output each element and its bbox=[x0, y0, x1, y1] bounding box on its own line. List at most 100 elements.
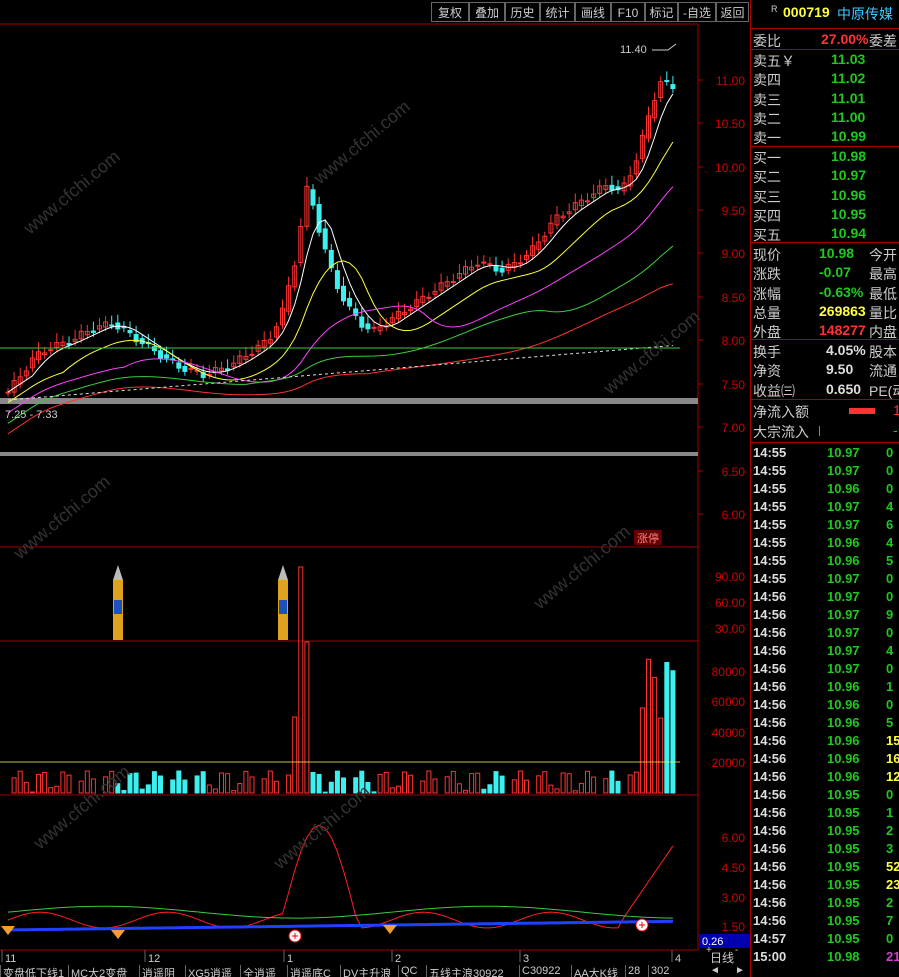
tab-11[interactable]: 28 bbox=[625, 965, 640, 977]
tick-volume: 0 bbox=[886, 625, 894, 640]
bid-price[interactable]: 10.96 bbox=[831, 187, 866, 203]
tick-time: 14:56 bbox=[753, 733, 787, 748]
candle-body bbox=[347, 297, 353, 307]
tab-2[interactable]: 逍遥阴 bbox=[139, 965, 175, 977]
date-label: 12 bbox=[148, 953, 160, 965]
tick-time: 14:56 bbox=[753, 859, 787, 874]
price-axis-label: 6.50 bbox=[722, 465, 746, 479]
tab-0[interactable]: 变盘低下线1 bbox=[0, 965, 64, 977]
ask-price[interactable]: 11.00 bbox=[831, 109, 865, 125]
toolbar-button-7[interactable]: -自选 bbox=[678, 2, 716, 22]
tick-row: 14:56 10.96 1 bbox=[751, 679, 899, 697]
tab-3[interactable]: XG5逍遥 bbox=[185, 965, 232, 977]
tab-7[interactable]: QC bbox=[398, 965, 418, 977]
bid-price[interactable]: 10.98 bbox=[831, 148, 866, 164]
tick-row: 14:56 10.95 23 bbox=[751, 877, 899, 895]
indicator-lines bbox=[1, 565, 674, 943]
toolbar-button-3[interactable]: 统计 bbox=[540, 2, 575, 22]
tick-volume: 5 bbox=[886, 553, 894, 568]
stock-name[interactable]: 中原传媒 bbox=[837, 4, 893, 24]
tick-row: 14:55 10.97 0 bbox=[751, 445, 899, 463]
tab-9[interactable]: C30922 bbox=[519, 965, 561, 977]
tick-time: 14:55 bbox=[753, 445, 787, 460]
candle-body bbox=[48, 349, 54, 352]
tick-time: 14:56 bbox=[753, 823, 787, 838]
bid-price[interactable]: 10.95 bbox=[831, 206, 866, 222]
volume-bar bbox=[615, 780, 621, 794]
fund-label: 净资 bbox=[753, 363, 781, 380]
tick-time: 14:56 bbox=[753, 877, 787, 892]
ma60-line bbox=[7, 283, 674, 435]
volume-bar bbox=[292, 716, 298, 794]
diamond-icon bbox=[383, 925, 397, 934]
indicator-axis-label: 3.00 bbox=[722, 891, 746, 905]
volume-bar bbox=[316, 773, 322, 794]
tick-time: 14:56 bbox=[753, 607, 787, 622]
volume-bar bbox=[36, 773, 41, 794]
tick-volume: 0 bbox=[886, 661, 894, 676]
watermark-text: www.cfchi.com bbox=[9, 471, 114, 563]
quote-panel: R 000719 中原传媒 委比 27.00% 委差 卖五￥ 11.03 卖四 11.… bbox=[750, 0, 899, 977]
tick-time: 14:56 bbox=[753, 805, 787, 820]
ask-price[interactable]: 11.01 bbox=[831, 90, 865, 106]
tick-price: 10.97 bbox=[827, 661, 860, 676]
quote-label: 涨幅 bbox=[753, 285, 781, 302]
volume-bar bbox=[42, 772, 48, 794]
tick-time: 14:55 bbox=[753, 517, 787, 532]
ask-label: 卖二 bbox=[753, 110, 781, 127]
volume-bar bbox=[60, 771, 66, 794]
tab-5[interactable]: 逍遥底C bbox=[287, 965, 331, 977]
inflow-bar bbox=[849, 408, 875, 414]
bid-label: 买二 bbox=[753, 169, 781, 186]
tab-1[interactable]: MC大2变盘 bbox=[68, 965, 127, 977]
ma10-line bbox=[7, 141, 674, 403]
bid-price[interactable]: 10.97 bbox=[831, 167, 866, 183]
ask-price[interactable]: 10.99 bbox=[831, 128, 866, 144]
toolbar-button-8[interactable]: 返回 bbox=[716, 2, 749, 22]
tab-4[interactable]: 全逍遥 bbox=[240, 965, 276, 977]
toolbar-button-1[interactable]: 叠加 bbox=[469, 2, 505, 22]
quote-value: 10.98 bbox=[819, 245, 855, 261]
tab-12[interactable]: 302 bbox=[648, 965, 669, 977]
toolbar-button-5[interactable]: F10 bbox=[611, 2, 645, 22]
volume-bar bbox=[151, 771, 157, 794]
tick-price: 10.96 bbox=[827, 679, 860, 694]
tick-volume: 0 bbox=[886, 463, 894, 478]
tick-row: 14:56 10.97 4 bbox=[751, 643, 899, 661]
indicator-axis-label: 60.00 bbox=[715, 596, 745, 610]
volume-axis-label: 20000 bbox=[712, 756, 746, 770]
ask-price[interactable]: 11.02 bbox=[831, 70, 865, 86]
toolbar-button-6[interactable]: 标记 bbox=[645, 2, 678, 22]
tick-volume: 52 bbox=[886, 859, 899, 874]
toolbar-button-0[interactable]: 复权 bbox=[431, 2, 469, 22]
candle-body bbox=[158, 350, 163, 359]
bid-price[interactable]: 10.94 bbox=[831, 225, 866, 241]
tab-6[interactable]: DV主升浪 bbox=[340, 965, 391, 977]
tick-price: 10.97 bbox=[827, 607, 860, 622]
tick-row: 14:56 10.95 2 bbox=[751, 823, 899, 841]
quote-value: 269863 bbox=[819, 302, 866, 319]
tick-price: 10.97 bbox=[827, 499, 860, 514]
tick-volume: 0 bbox=[886, 931, 894, 946]
tick-time: 14:55 bbox=[753, 463, 787, 478]
candle-body bbox=[493, 265, 499, 272]
volume-bar bbox=[341, 777, 346, 794]
quote-value: 148277 bbox=[819, 322, 866, 339]
volume-bar bbox=[554, 788, 560, 794]
stock-code[interactable]: 000719 bbox=[783, 4, 830, 20]
tick-row: 14:56 10.96 15 bbox=[751, 733, 899, 751]
ma20-line bbox=[7, 186, 674, 414]
tab-10[interactable]: AA大K线 bbox=[571, 965, 618, 977]
tick-price: 10.97 bbox=[827, 643, 860, 658]
volume-bar bbox=[328, 781, 334, 794]
toolbar-button-2[interactable]: 历史 bbox=[505, 2, 540, 22]
separator-bar bbox=[0, 452, 698, 456]
toolbar-button-4[interactable]: 画线 bbox=[575, 2, 611, 22]
tab-8[interactable]: 五线主浪30922 bbox=[426, 965, 504, 977]
tick-time: 14:56 bbox=[753, 715, 787, 730]
ma40-line bbox=[7, 245, 674, 424]
tick-price: 10.96 bbox=[827, 481, 860, 496]
candle-body bbox=[5, 391, 11, 394]
kline-chart[interactable]: 11.00 10.50 10.00 9.50 9.00 8.50 8.00 7.50 7.00 6… bbox=[0, 0, 750, 977]
ask-price[interactable]: 11.03 bbox=[831, 51, 865, 67]
